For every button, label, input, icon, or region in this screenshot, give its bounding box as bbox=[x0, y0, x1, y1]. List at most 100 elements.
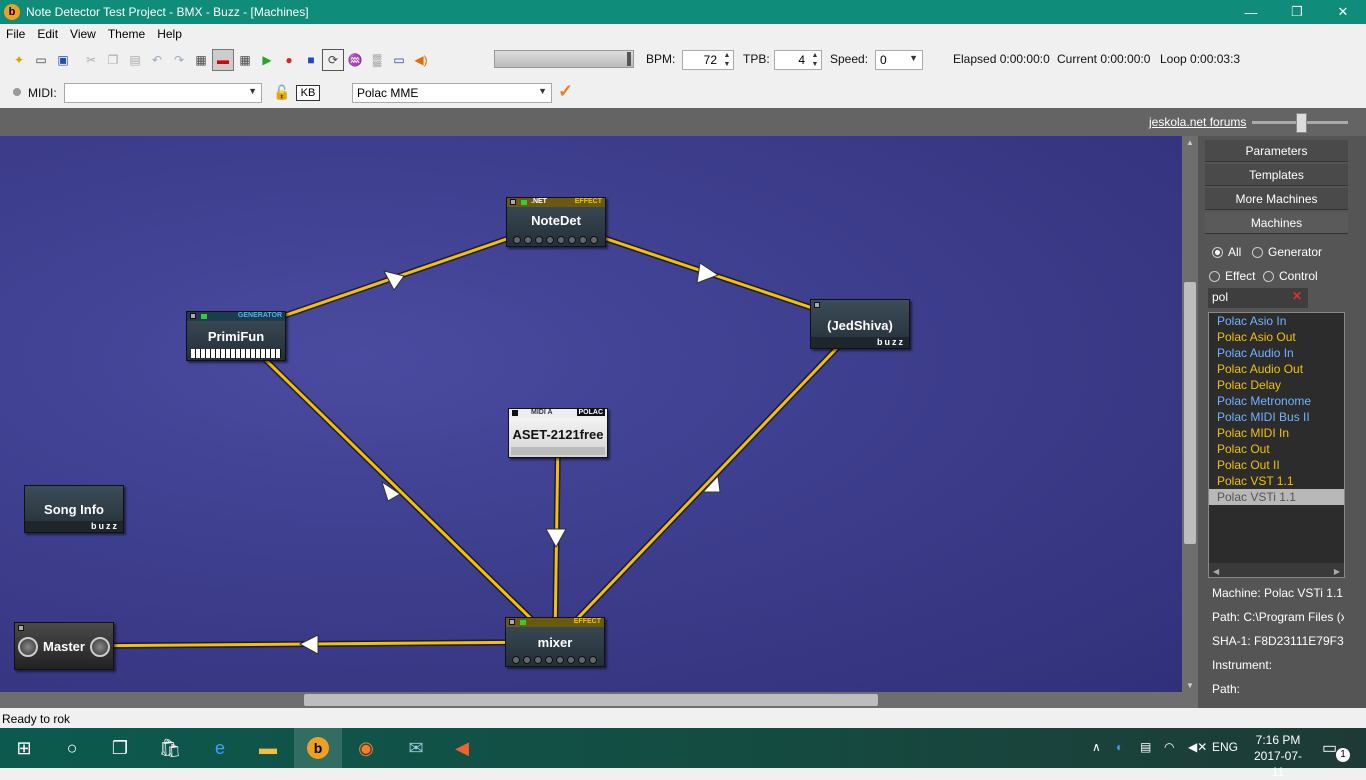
machine-canvas[interactable]: .NET EFFECT NoteDet GENERATOR PrimiFun (… bbox=[0, 136, 1182, 692]
stop-icon[interactable]: ■ bbox=[300, 49, 322, 71]
wire-arrow-icon[interactable] bbox=[696, 262, 720, 284]
machine-primifun[interactable]: GENERATOR PrimiFun bbox=[186, 311, 286, 361]
edge-browser-icon[interactable]: e bbox=[196, 728, 244, 768]
filter-all-radio[interactable]: All bbox=[1212, 245, 1241, 259]
buzz-taskbar-icon[interactable]: b bbox=[294, 728, 342, 768]
store-icon[interactable]: 🛍 bbox=[146, 728, 194, 768]
spinner-arrows-icon[interactable]: ▲ ▼ bbox=[809, 51, 821, 69]
machine-list-item[interactable]: Polac Asio In bbox=[1209, 313, 1344, 329]
spinner-arrows-icon[interactable]: ▲ ▼ bbox=[721, 51, 733, 69]
play-icon[interactable]: ▶ bbox=[256, 49, 278, 71]
machine-list[interactable]: Polac Asio In Polac Asio Out Polac Audio I… bbox=[1208, 312, 1345, 578]
machine-list-item[interactable]: Polac Delay bbox=[1209, 377, 1344, 393]
start-windows-icon[interactable]: ⊞ bbox=[0, 728, 48, 768]
wire-arrow-icon[interactable] bbox=[298, 634, 319, 655]
search-circle-icon[interactable]: ○ bbox=[48, 728, 96, 768]
filter-control-radio[interactable]: Control bbox=[1263, 269, 1318, 283]
maximize-button[interactable]: ❐ bbox=[1274, 0, 1320, 24]
clear-search-icon[interactable]: ✕ bbox=[1292, 289, 1302, 303]
mute-led-icon[interactable] bbox=[512, 410, 518, 416]
open-icon[interactable]: ▭ bbox=[30, 49, 52, 71]
machine-list-item[interactable]: Polac VSTi 1.1 bbox=[1209, 489, 1344, 505]
midi-device-select[interactable]: ▼ bbox=[64, 83, 262, 103]
mute-led-icon[interactable] bbox=[814, 302, 820, 308]
mail-icon[interactable]: ✉ bbox=[392, 728, 440, 768]
machine-aset-2121free[interactable]: MIDI A POLAC ASET-2121free bbox=[508, 408, 608, 458]
machine-list-item[interactable]: Polac Audio Out bbox=[1209, 361, 1344, 377]
tray-chevron-up-icon[interactable]: ∧ bbox=[1092, 740, 1101, 754]
menu-theme[interactable]: Theme bbox=[102, 27, 151, 41]
mute-led-icon[interactable] bbox=[190, 313, 196, 319]
machine-mixer[interactable]: EFFECT mixer bbox=[505, 617, 605, 667]
machine-list-item[interactable]: Polac VST 1.1 bbox=[1209, 473, 1344, 489]
tray-app-icon[interactable]: ◐ bbox=[1116, 740, 1123, 754]
wire-arrow-icon[interactable] bbox=[545, 528, 567, 549]
menu-file[interactable]: File bbox=[0, 27, 31, 41]
copy-icon[interactable]: ❐ bbox=[102, 49, 124, 71]
scroll-right-icon[interactable]: ▶ bbox=[1334, 564, 1340, 580]
forums-link[interactable]: forums bbox=[1210, 115, 1247, 129]
save-icon[interactable]: ▣ bbox=[52, 49, 74, 71]
keyboard-button[interactable]: KB bbox=[296, 85, 320, 101]
task-view-icon[interactable]: ❐ bbox=[96, 728, 144, 768]
new-icon[interactable]: ✦ bbox=[8, 49, 30, 71]
bpm-spinner[interactable]: 72 ▲ ▼ bbox=[682, 50, 734, 70]
vertical-scroll-thumb[interactable] bbox=[1184, 282, 1196, 544]
machine-list-hscroll[interactable]: ◀ ▶ bbox=[1209, 563, 1344, 577]
more-machines-button[interactable]: More Machines bbox=[1205, 188, 1348, 210]
scroll-down-icon[interactable]: ▼ bbox=[1186, 681, 1194, 690]
mute-led-icon[interactable] bbox=[509, 619, 515, 625]
machine-list-item[interactable]: Polac MIDI Bus II bbox=[1209, 409, 1344, 425]
scroll-left-icon[interactable]: ◀ bbox=[1213, 564, 1219, 580]
cut-icon[interactable]: ✂ bbox=[80, 49, 102, 71]
undo-icon[interactable]: ↶ bbox=[146, 49, 168, 71]
tpb-spinner[interactable]: 4 ▲ ▼ bbox=[774, 50, 822, 70]
machine-list-item[interactable]: Polac Out bbox=[1209, 441, 1344, 457]
machine-song-info[interactable]: Song Info buzz bbox=[24, 485, 124, 533]
machine-list-item[interactable]: Polac Out II bbox=[1209, 457, 1344, 473]
machine-list-item[interactable]: Polac Asio Out bbox=[1209, 329, 1344, 345]
zoom-slider[interactable] bbox=[1252, 113, 1348, 133]
file-explorer-icon[interactable]: ▬ bbox=[244, 728, 292, 768]
window-icon[interactable]: ▭ bbox=[388, 49, 410, 71]
machine-list-item[interactable]: Polac Audio In bbox=[1209, 345, 1344, 361]
filter-generator-radio[interactable]: Generator bbox=[1252, 245, 1322, 259]
lock-icon[interactable]: 🔓 bbox=[273, 84, 290, 101]
speaker-app-icon[interactable]: ◀ bbox=[438, 728, 486, 768]
firefox-icon[interactable]: ◉ bbox=[342, 728, 390, 768]
machines-button[interactable]: Machines bbox=[1205, 212, 1348, 234]
scroll-up-icon[interactable]: ▲ bbox=[1186, 138, 1194, 147]
pattern-editor-icon[interactable]: ▦ bbox=[190, 49, 212, 71]
templates-button[interactable]: Templates bbox=[1205, 164, 1348, 186]
filter-effect-radio[interactable]: Effect bbox=[1209, 269, 1255, 283]
parameters-button[interactable]: Parameters bbox=[1205, 140, 1348, 162]
minimize-button[interactable]: — bbox=[1228, 0, 1274, 24]
close-button[interactable]: ✕ bbox=[1320, 0, 1366, 24]
horizontal-scroll-thumb[interactable] bbox=[304, 694, 878, 706]
machine-view-icon[interactable]: ▬ bbox=[212, 49, 234, 71]
machine-list-item[interactable]: Polac Metronome bbox=[1209, 393, 1344, 409]
machine-jedshiva[interactable]: (JedShiva) buzz bbox=[810, 299, 910, 349]
taskbar-clock[interactable]: 7:16 PM 2017-07-11 bbox=[1248, 732, 1308, 780]
record-icon[interactable]: ● bbox=[278, 49, 300, 71]
jeskola-link[interactable]: jeskola.net bbox=[1149, 115, 1206, 129]
menu-view[interactable]: View bbox=[64, 27, 102, 41]
checkmark-icon[interactable]: ✓ bbox=[558, 81, 573, 102]
machine-search-input[interactable]: pol ✕ bbox=[1208, 288, 1308, 308]
mute-led-icon[interactable] bbox=[510, 199, 516, 205]
disk-icon[interactable]: ▒ bbox=[366, 49, 388, 71]
paste-icon[interactable]: ▤ bbox=[124, 49, 146, 71]
speed-select[interactable]: 0 ▼ bbox=[875, 50, 923, 70]
machine-list-item[interactable]: Polac MIDI In bbox=[1209, 425, 1344, 441]
mute-led-icon[interactable] bbox=[18, 625, 24, 631]
machine-notedet[interactable]: .NET EFFECT NoteDet bbox=[506, 197, 606, 247]
menu-help[interactable]: Help bbox=[151, 27, 188, 41]
loop-icon[interactable]: ⟳ bbox=[322, 49, 344, 71]
sequencer-icon[interactable]: ▦ bbox=[234, 49, 256, 71]
network-icon[interactable]: ▤ bbox=[1140, 740, 1151, 754]
machine-master[interactable]: Master bbox=[14, 622, 114, 670]
volume-muted-icon[interactable]: ◀✕ bbox=[1188, 740, 1207, 754]
cpu-icon[interactable]: ♒ bbox=[344, 49, 366, 71]
wire-primifun-mixer[interactable] bbox=[235, 330, 557, 644]
menu-edit[interactable]: Edit bbox=[31, 27, 64, 41]
